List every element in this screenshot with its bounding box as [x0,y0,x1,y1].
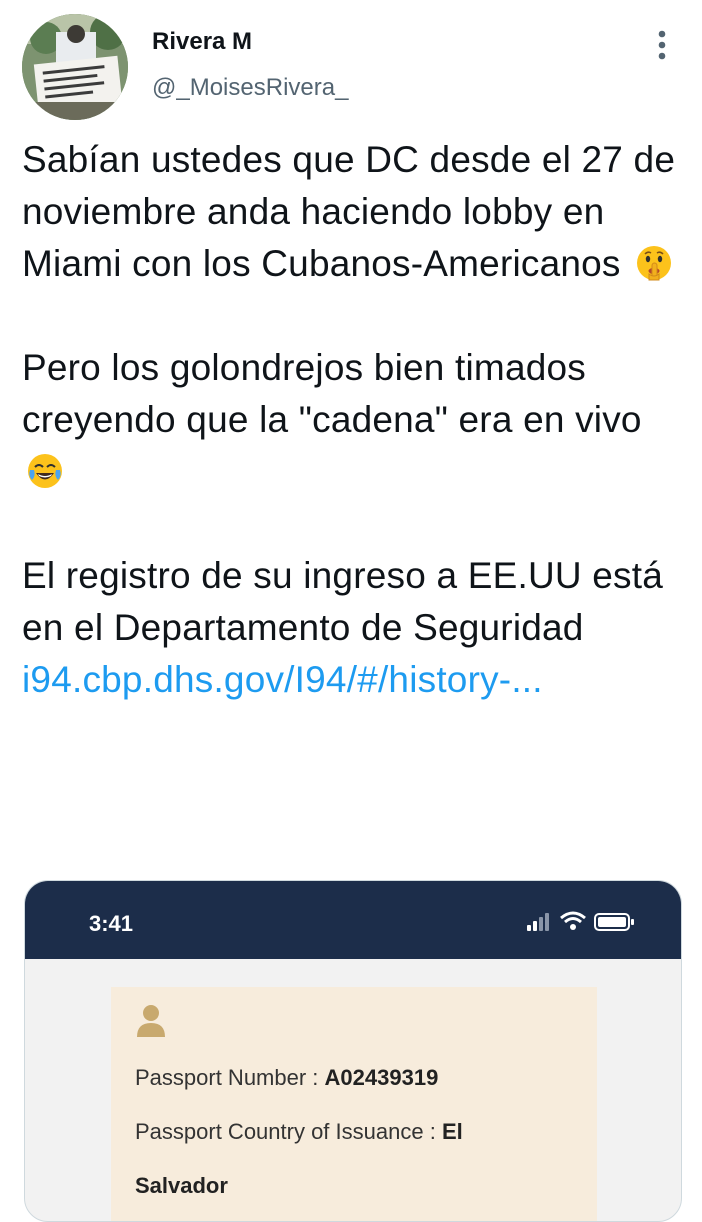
tweet-paragraph-2-text: Pero los golondrejos bien timados creyen… [22,347,642,440]
face-with-tears-of-joy-emoji-icon [28,454,62,488]
tweet-paragraph-3: El registro de su ingreso a EE.UU está e… [22,550,682,706]
phone-status-bar: 3:41 [25,881,681,959]
tweet-text: Sabían ustedes que DC desde el 27 de nov… [22,134,682,706]
signal-icon [527,913,549,931]
battery-icon [594,913,634,931]
passport-country-continued-row: Salvador [135,1173,228,1199]
shushing-face-emoji-icon [637,246,672,281]
tweet-paragraph-3-text: El registro de su ingreso a EE.UU está e… [22,555,664,648]
status-icons [527,911,634,931]
more-options-button[interactable] [650,28,674,62]
passport-number-row: Passport Number : A02439319 [135,1065,438,1091]
passport-number-value: A02439319 [324,1065,439,1090]
tweet-header: Rivera M @_MoisesRivera_ [0,0,702,120]
avatar-image [22,14,128,120]
author-handle[interactable]: @_MoisesRivera_ [152,74,348,102]
status-bar-time: 3:41 [89,911,134,936]
passport-country-value-line1: El [441,1119,463,1144]
passport-country-value-line2: Salvador [135,1173,228,1198]
tweet-paragraph-1-text: Sabían ustedes que DC desde el 27 de nov… [22,139,676,284]
wifi-icon [560,911,586,930]
person-icon [137,1005,165,1037]
tweet-media-card[interactable]: 3:41 Passport Number: A02439319 Passpor… [24,880,682,1222]
tweet-link[interactable]: i94.cbp.dhs.gov/I94/#/history-... [22,659,543,700]
passport-number-label: Passport Number : [135,1065,319,1090]
tweet-paragraph-2: Pero los golondrejos bien timados creyen… [22,342,682,498]
passport-record-panel: Passport Number : A02439319 Passport Cou… [111,987,597,1221]
passport-country-label: Passport Country of Issuance : [135,1119,436,1144]
more-icon [658,30,666,60]
passport-country-row: Passport Country of Issuance : El [135,1119,463,1145]
avatar[interactable] [22,14,128,120]
author-display-name[interactable]: Rivera M [152,28,252,56]
tweet-paragraph-1: Sabían ustedes que DC desde el 27 de nov… [22,134,682,290]
